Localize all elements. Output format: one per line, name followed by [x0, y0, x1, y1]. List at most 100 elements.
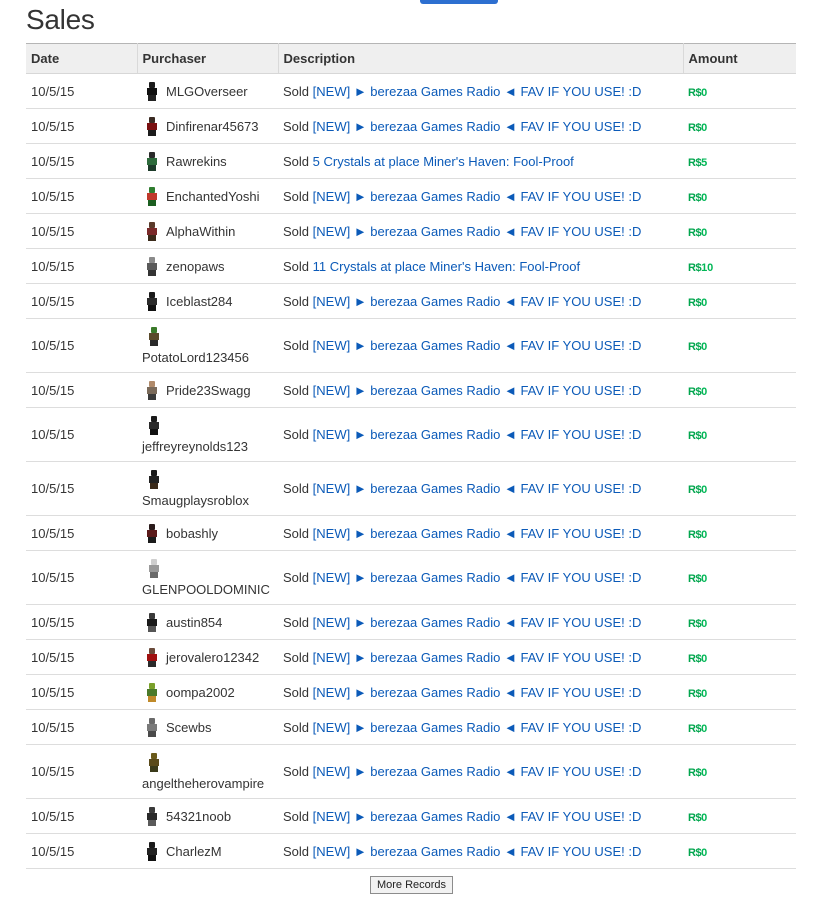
item-link[interactable]: [NEW] ► berezaa Games Radio ◄ FAV IF YOU… — [313, 338, 642, 353]
top-nav-tab-indicator[interactable] — [420, 0, 498, 4]
amount-cell: R$0 — [683, 318, 796, 373]
sale-date: 10/5/15 — [26, 515, 137, 551]
purchaser-name[interactable]: zenopaws — [166, 259, 225, 274]
item-link[interactable]: [NEW] ► berezaa Games Radio ◄ FAV IF YOU… — [313, 294, 642, 309]
item-link[interactable]: [NEW] ► berezaa Games Radio ◄ FAV IF YOU… — [313, 526, 642, 541]
avatar[interactable] — [142, 380, 162, 400]
avatar[interactable] — [144, 469, 164, 489]
item-link[interactable]: [NEW] ► berezaa Games Radio ◄ FAV IF YOU… — [313, 570, 642, 585]
item-link[interactable]: [NEW] ► berezaa Games Radio ◄ FAV IF YOU… — [313, 189, 642, 204]
avatar-legs — [148, 696, 156, 702]
sold-label: Sold — [283, 481, 310, 496]
amount: R$0 — [688, 122, 707, 134]
item-link[interactable]: [NEW] ► berezaa Games Radio ◄ FAV IF YOU… — [313, 615, 642, 630]
description-cell: Sold [NEW] ► berezaa Games Radio ◄ FAV I… — [278, 108, 683, 144]
purchaser-name[interactable]: AlphaWithin — [166, 224, 235, 239]
amount-value: 5 — [701, 156, 708, 169]
avatar[interactable] — [144, 558, 164, 578]
purchaser-name[interactable]: angeltheherovampire — [142, 776, 264, 791]
amount-value: 0 — [701, 687, 708, 700]
avatar[interactable] — [142, 256, 162, 276]
sale-date: 10/5/15 — [26, 709, 137, 745]
purchaser-name[interactable]: jerovalero12342 — [166, 650, 259, 665]
purchaser-name[interactable]: oompa2002 — [166, 685, 235, 700]
item-link[interactable]: [NEW] ► berezaa Games Radio ◄ FAV IF YOU… — [313, 224, 642, 239]
purchaser-name[interactable]: jeffreyreynolds123 — [142, 439, 248, 454]
amount: R$0 — [688, 847, 707, 859]
item-link[interactable]: [NEW] ► berezaa Games Radio ◄ FAV IF YOU… — [313, 84, 642, 99]
avatar[interactable] — [142, 151, 162, 171]
purchaser-name[interactable]: Smaugplaysroblox — [142, 493, 249, 508]
item-link[interactable]: [NEW] ► berezaa Games Radio ◄ FAV IF YOU… — [313, 844, 642, 859]
purchaser-name[interactable]: Rawrekins — [166, 154, 227, 169]
robux-icon: R$ — [688, 191, 702, 204]
item-link[interactable]: [NEW] ► berezaa Games Radio ◄ FAV IF YOU… — [313, 764, 642, 779]
avatar[interactable] — [142, 291, 162, 311]
purchaser: jerovalero12342 — [142, 647, 273, 667]
amount: R$0 — [688, 573, 707, 585]
table-row: 10/5/15 54321noob Sold [NEW] ► berezaa G… — [26, 798, 796, 834]
item-link[interactable]: [NEW] ► berezaa Games Radio ◄ FAV IF YOU… — [313, 383, 642, 398]
purchaser-name[interactable]: Pride23Swagg — [166, 383, 251, 398]
avatar[interactable] — [144, 415, 164, 435]
purchaser: CharlezM — [142, 841, 273, 861]
avatar[interactable] — [142, 81, 162, 101]
item-link[interactable]: 5 Crystals at place Miner's Haven: Fool-… — [313, 154, 574, 169]
avatar[interactable] — [142, 647, 162, 667]
avatar[interactable] — [142, 116, 162, 136]
description-cell: Sold [NEW] ► berezaa Games Radio ◄ FAV I… — [278, 744, 683, 799]
purchaser-name[interactable]: austin854 — [166, 615, 222, 630]
avatar[interactable] — [142, 186, 162, 206]
table-header-row: Date Purchaser Description Amount — [26, 43, 796, 74]
amount-cell: R$0 — [683, 178, 796, 214]
avatar[interactable] — [142, 682, 162, 702]
avatar[interactable] — [142, 221, 162, 241]
amount-cell: R$0 — [683, 461, 796, 516]
amount-cell: R$0 — [683, 372, 796, 408]
amount-value: 0 — [701, 811, 708, 824]
robux-icon: R$ — [688, 296, 702, 309]
avatar[interactable] — [142, 841, 162, 861]
sale-date: 10/5/15 — [26, 833, 137, 869]
sold-label: Sold — [283, 649, 310, 665]
amount-value: 0 — [701, 846, 708, 859]
description-cell: Sold [NEW] ► berezaa Games Radio ◄ FAV I… — [278, 674, 683, 710]
purchaser: PotatoLord123456 — [142, 326, 273, 365]
item-link[interactable]: [NEW] ► berezaa Games Radio ◄ FAV IF YOU… — [313, 427, 642, 442]
robux-icon: R$ — [688, 261, 702, 274]
purchaser-name[interactable]: Iceblast284 — [166, 294, 233, 309]
item-link[interactable]: 11 Crystals at place Miner's Haven: Fool… — [313, 259, 580, 274]
purchaser-name[interactable]: MLGOverseer — [166, 84, 248, 99]
item-link[interactable]: [NEW] ► berezaa Games Radio ◄ FAV IF YOU… — [313, 119, 642, 134]
item-link[interactable]: [NEW] ► berezaa Games Radio ◄ FAV IF YOU… — [313, 809, 642, 824]
more-records-button[interactable]: More Records — [369, 876, 454, 894]
purchaser-name[interactable]: Dinfirenar45673 — [166, 119, 259, 134]
avatar-legs — [148, 200, 156, 206]
robux-icon: R$ — [688, 528, 702, 541]
description-cell: Sold [NEW] ► berezaa Games Radio ◄ FAV I… — [278, 213, 683, 249]
avatar[interactable] — [144, 752, 164, 772]
purchaser-name[interactable]: PotatoLord123456 — [142, 350, 249, 365]
description-cell: Sold [NEW] ► berezaa Games Radio ◄ FAV I… — [278, 833, 683, 869]
purchaser-name[interactable]: 54321noob — [166, 809, 231, 824]
purchaser-name[interactable]: EnchantedYoshi — [166, 189, 260, 204]
item-link[interactable]: [NEW] ► berezaa Games Radio ◄ FAV IF YOU… — [313, 650, 642, 665]
header-date: Date — [26, 43, 138, 74]
avatar[interactable] — [142, 523, 162, 543]
avatar[interactable] — [144, 326, 164, 346]
purchaser-name[interactable]: bobashly — [166, 526, 218, 541]
purchaser-cell: bobashly — [137, 515, 278, 551]
table-row: 10/5/15 Smaugplaysroblox Sold [NEW] ► be… — [26, 461, 796, 516]
purchaser-name[interactable]: GLENPOOLDOMINIC — [142, 582, 270, 597]
avatar[interactable] — [142, 612, 162, 632]
avatar[interactable] — [142, 717, 162, 737]
item-link[interactable]: [NEW] ► berezaa Games Radio ◄ FAV IF YOU… — [313, 685, 642, 700]
avatar-legs — [148, 165, 156, 171]
amount-cell: R$0 — [683, 744, 796, 799]
item-link[interactable]: [NEW] ► berezaa Games Radio ◄ FAV IF YOU… — [313, 481, 642, 496]
avatar[interactable] — [142, 806, 162, 826]
purchaser-name[interactable]: CharlezM — [166, 844, 222, 859]
purchaser-name[interactable]: Scewbs — [166, 720, 212, 735]
robux-icon: R$ — [688, 722, 702, 735]
item-link[interactable]: [NEW] ► berezaa Games Radio ◄ FAV IF YOU… — [313, 720, 642, 735]
